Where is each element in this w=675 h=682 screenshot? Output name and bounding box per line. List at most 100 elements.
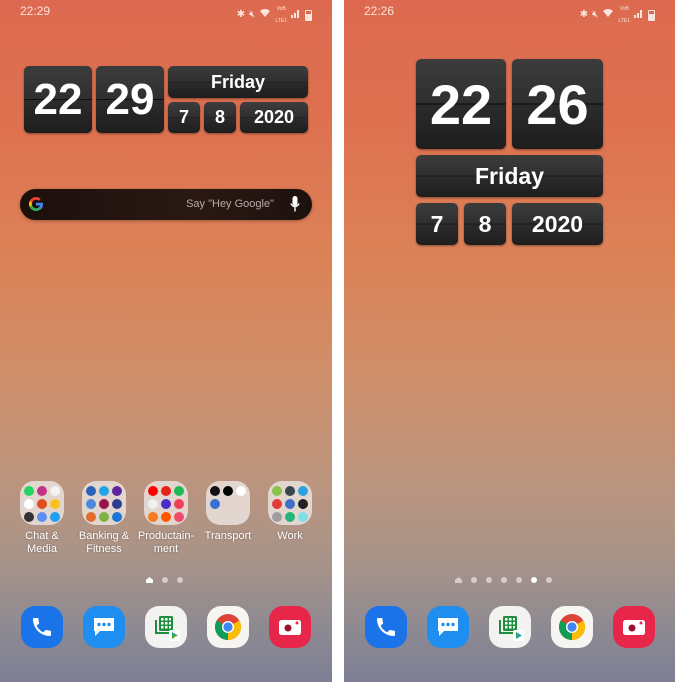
chrome-icon <box>214 614 242 641</box>
folder-icon <box>144 481 188 525</box>
page-indicator[interactable] <box>455 577 552 583</box>
clock-day-name[interactable]: Friday <box>168 66 308 98</box>
podcasts-icon <box>148 499 158 509</box>
page-dot[interactable] <box>516 577 522 583</box>
google-photos-icon <box>24 499 34 509</box>
battery-icon <box>648 9 655 21</box>
sheets-play-app[interactable] <box>145 606 187 648</box>
status-bar: 22:29 ✱ 🔇︎ VoB LTE1 <box>0 0 332 24</box>
folder-transport[interactable]: Transport <box>197 481 259 543</box>
browser-icon <box>298 512 308 522</box>
home-page-dot[interactable] <box>455 577 462 583</box>
folder-icon <box>206 481 250 525</box>
clock-day[interactable]: 7 <box>416 203 458 245</box>
folder-icon <box>268 481 312 525</box>
chrome-app[interactable] <box>551 606 593 648</box>
chrome-icon <box>558 614 586 641</box>
music-icon <box>24 512 34 522</box>
status-icons: ✱ 🔇︎ VoB LTE1 <box>580 3 655 27</box>
google-search-bar[interactable]: Say "Hey Google" <box>20 189 312 220</box>
spotify-icon <box>174 486 184 496</box>
signal-icon <box>634 8 644 22</box>
clock-minute[interactable]: 29 <box>96 66 164 133</box>
folder-icon <box>82 481 126 525</box>
camera-app[interactable] <box>269 606 311 648</box>
google-pay-icon <box>86 499 96 509</box>
sheets-play-app[interactable] <box>489 606 531 648</box>
clock-day[interactable]: 7 <box>168 102 200 133</box>
page-dot-active[interactable] <box>531 577 537 583</box>
home-page-dot[interactable] <box>146 577 153 583</box>
message-icon <box>438 618 458 636</box>
clock-day-name[interactable]: Friday <box>416 155 603 197</box>
wifi-icon <box>259 8 271 22</box>
clock-month[interactable]: 8 <box>464 203 506 245</box>
clock-minute[interactable]: 26 <box>512 59 603 149</box>
phone-app[interactable] <box>365 606 407 648</box>
phone-icon <box>33 618 51 636</box>
network-type: VoB LTE1 <box>618 6 630 24</box>
clock-year[interactable]: 2020 <box>240 102 308 133</box>
status-bar: 22:26 ✱ 🔇︎ VoB LTE1 <box>344 0 675 24</box>
page-dot[interactable] <box>501 577 507 583</box>
axis-bank-icon <box>99 499 109 509</box>
keep-notes-icon <box>272 486 282 496</box>
phonepe-icon <box>112 486 122 496</box>
folder-chat-media[interactable]: Chat & Media <box>11 481 73 556</box>
clock-year[interactable]: 2020 <box>512 203 603 245</box>
chrome-app[interactable] <box>207 606 249 648</box>
folder-banking-fitness[interactable]: Banking & Fitness <box>73 481 135 556</box>
messages-app[interactable] <box>83 606 125 648</box>
folder-label: Transport <box>204 530 252 542</box>
folder-label: Work <box>277 530 303 542</box>
paytm-icon <box>99 486 109 496</box>
camera-icon <box>623 620 645 635</box>
folder-label: Chat & Media <box>25 530 59 555</box>
message-icon <box>94 618 114 636</box>
network-type: VoB LTE1 <box>275 6 287 24</box>
page-dot[interactable] <box>471 577 477 583</box>
phone-icon <box>377 618 395 636</box>
status-icons: ✱ 🔇︎ VoB LTE1 <box>237 3 312 27</box>
home-screen-left: 22:29 ✱ 🔇︎ VoB LTE1 22 29 Friday 7 8 2020… <box>0 0 332 682</box>
folder-label: Productain- ment <box>137 530 195 555</box>
page-dot[interactable] <box>162 577 168 583</box>
tv-icon <box>161 499 171 509</box>
kite-icon <box>272 499 282 509</box>
status-time: 22:29 <box>20 4 51 18</box>
folder-work[interactable]: Work <box>259 481 321 543</box>
wifi-icon <box>602 8 614 22</box>
meet-icon <box>285 512 295 522</box>
keep-icon <box>50 499 60 509</box>
folder-productainment[interactable]: Productain- ment <box>135 481 197 556</box>
pocket-icon <box>174 499 184 509</box>
health-icon <box>112 512 122 522</box>
clock-hour[interactable]: 22 <box>416 59 506 149</box>
signal-icon <box>291 8 301 22</box>
sheets-play-icon <box>155 616 180 641</box>
sheets-play-icon <box>499 616 524 641</box>
camera-app[interactable] <box>613 606 655 648</box>
search-placeholder: Say "Hey Google" <box>186 198 274 210</box>
page-indicator[interactable] <box>146 577 183 583</box>
clock-hour[interactable]: 22 <box>24 66 92 133</box>
soundcloud-icon <box>161 512 171 522</box>
status-time: 22:26 <box>364 4 395 18</box>
maps-icon <box>236 486 246 496</box>
folder-icon <box>20 481 64 525</box>
app-icon <box>174 512 184 522</box>
page-dot[interactable] <box>177 577 183 583</box>
fitness-icon <box>112 499 122 509</box>
mute-icon: 🔇︎ <box>249 9 256 20</box>
folder-label: Banking & Fitness <box>78 530 130 555</box>
microphone-icon[interactable] <box>290 196 300 213</box>
mute-icon: 🔇︎ <box>592 9 599 20</box>
instagram-icon <box>37 486 47 496</box>
page-dot[interactable] <box>546 577 552 583</box>
phone-app[interactable] <box>21 606 63 648</box>
clock-month[interactable]: 8 <box>204 102 236 133</box>
uber-icon <box>223 486 233 496</box>
gym-icon <box>86 512 96 522</box>
page-dot[interactable] <box>486 577 492 583</box>
messages-app[interactable] <box>427 606 469 648</box>
